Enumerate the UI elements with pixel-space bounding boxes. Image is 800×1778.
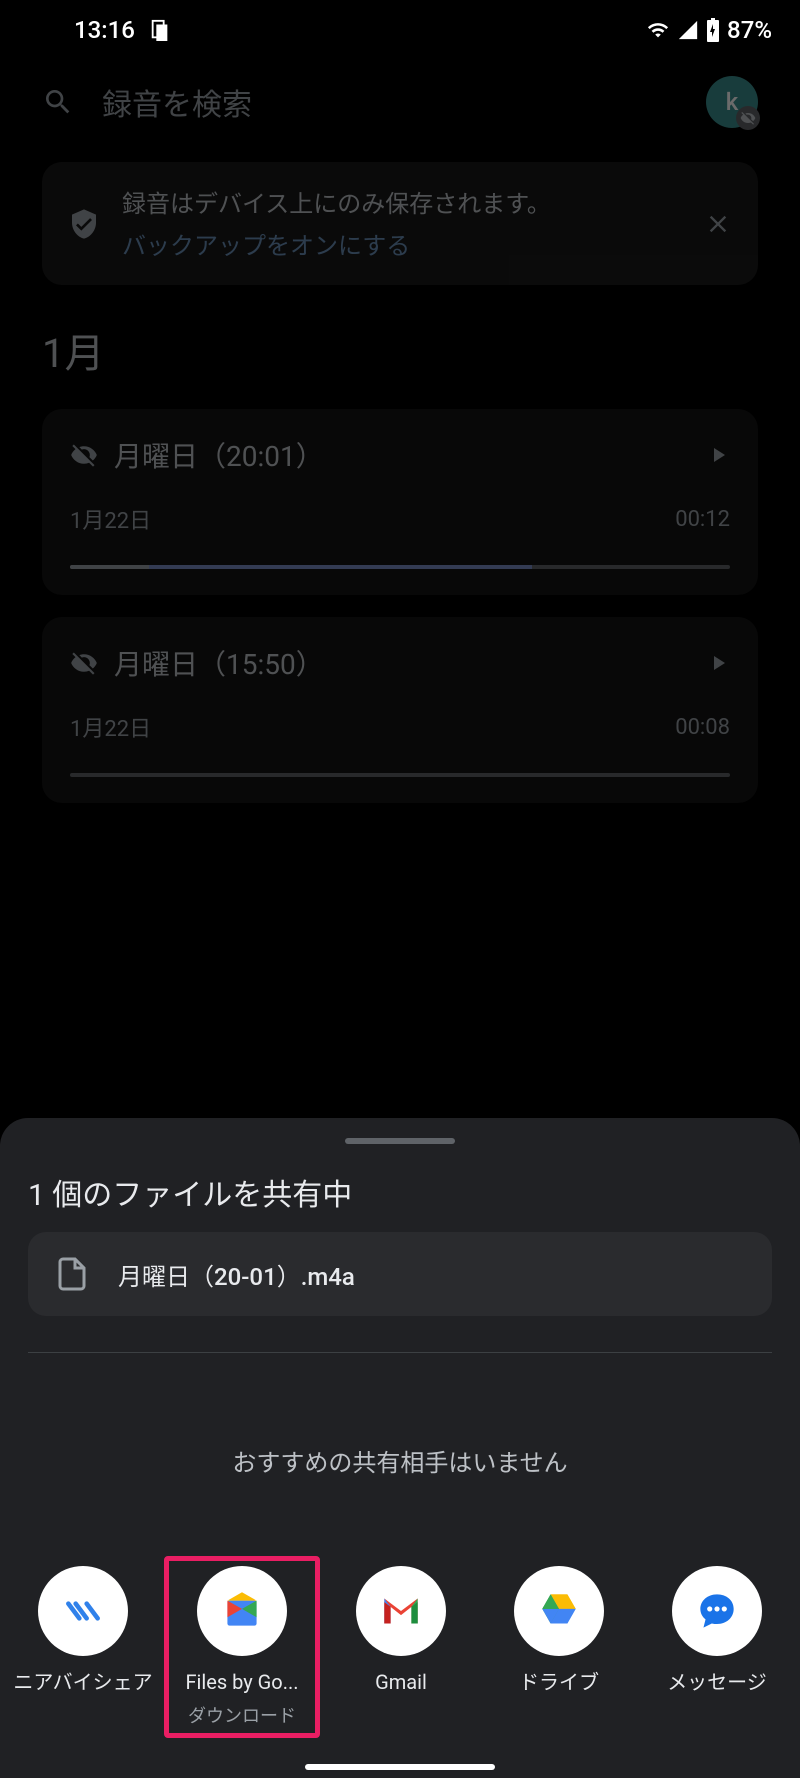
visibility-off-icon <box>70 441 98 469</box>
share-sheet: 1 個のファイルを共有中 月曜日（20-01）.m4a おすすめの共有相手はいま… <box>0 1118 800 1778</box>
app-label: Gmail <box>375 1668 427 1696</box>
share-app-messages[interactable]: メッセージ <box>640 1556 794 1738</box>
nearby-share-icon <box>38 1566 128 1656</box>
share-app-nearby[interactable]: ニアバイシェア <box>6 1556 160 1738</box>
recording-title: 月曜日（15:50） <box>114 643 690 683</box>
recording-item[interactable]: 月曜日（20:01） 1月22日 00:12 <box>42 409 758 595</box>
status-bar: 13:16 87% <box>0 0 800 60</box>
app-label: ドライブ <box>519 1668 599 1696</box>
search-icon <box>42 86 74 118</box>
notification-icon <box>149 19 171 41</box>
recording-duration: 00:08 <box>675 715 730 740</box>
play-icon[interactable] <box>706 651 730 675</box>
file-name: 月曜日（20-01）.m4a <box>118 1257 355 1292</box>
nav-bar-handle[interactable] <box>305 1764 495 1770</box>
signal-icon <box>677 19 699 41</box>
app-label: メッセージ <box>667 1668 767 1696</box>
share-app-drive[interactable]: ドライブ <box>482 1556 636 1738</box>
avatar[interactable]: k <box>706 76 758 128</box>
file-icon <box>54 1256 90 1292</box>
progress-bar[interactable] <box>70 773 730 777</box>
close-icon[interactable] <box>704 210 732 238</box>
app-label: ニアバイシェア <box>13 1668 152 1696</box>
search-placeholder: 録音を検索 <box>102 80 678 124</box>
files-icon <box>197 1566 287 1656</box>
share-app-files[interactable]: Files by Go... ダウンロード <box>164 1556 320 1738</box>
search-bar[interactable]: 録音を検索 k <box>0 60 800 144</box>
battery-icon <box>705 18 721 42</box>
recording-item[interactable]: 月曜日（15:50） 1月22日 00:08 <box>42 617 758 803</box>
info-message: 録音はデバイス上にのみ保存されます。 <box>122 186 682 222</box>
share-apps-row: ニアバイシェア Files by Go... ダウンロード Gmail ドライブ <box>0 1538 800 1778</box>
backup-link[interactable]: バックアップをオンにする <box>122 226 682 261</box>
recording-date: 1月22日 <box>70 503 151 535</box>
drive-icon <box>514 1566 604 1656</box>
visibility-off-icon <box>70 649 98 677</box>
file-card[interactable]: 月曜日（20-01）.m4a <box>28 1232 772 1316</box>
recording-date: 1月22日 <box>70 711 151 743</box>
play-icon[interactable] <box>706 443 730 467</box>
section-header: 1月 <box>0 303 800 387</box>
share-app-gmail[interactable]: Gmail <box>324 1556 478 1738</box>
gmail-icon <box>356 1566 446 1656</box>
messages-icon <box>672 1566 762 1656</box>
progress-bar[interactable] <box>70 565 730 569</box>
backup-info-card: 録音はデバイス上にのみ保存されます。 バックアップをオンにする <box>42 162 758 285</box>
battery-percentage: 87% <box>727 16 772 44</box>
app-label: Files by Go... <box>185 1668 298 1696</box>
no-suggestions-text: おすすめの共有相手はいません <box>0 1353 800 1538</box>
avatar-badge-icon <box>736 106 760 130</box>
app-sublabel: ダウンロード <box>188 1702 296 1728</box>
recording-title: 月曜日（20:01） <box>114 435 690 475</box>
recording-duration: 00:12 <box>675 507 730 532</box>
wifi-icon <box>645 19 671 41</box>
share-sheet-title: 1 個のファイルを共有中 <box>0 1144 800 1232</box>
shield-check-icon <box>68 208 100 240</box>
status-time: 13:16 <box>74 16 135 44</box>
